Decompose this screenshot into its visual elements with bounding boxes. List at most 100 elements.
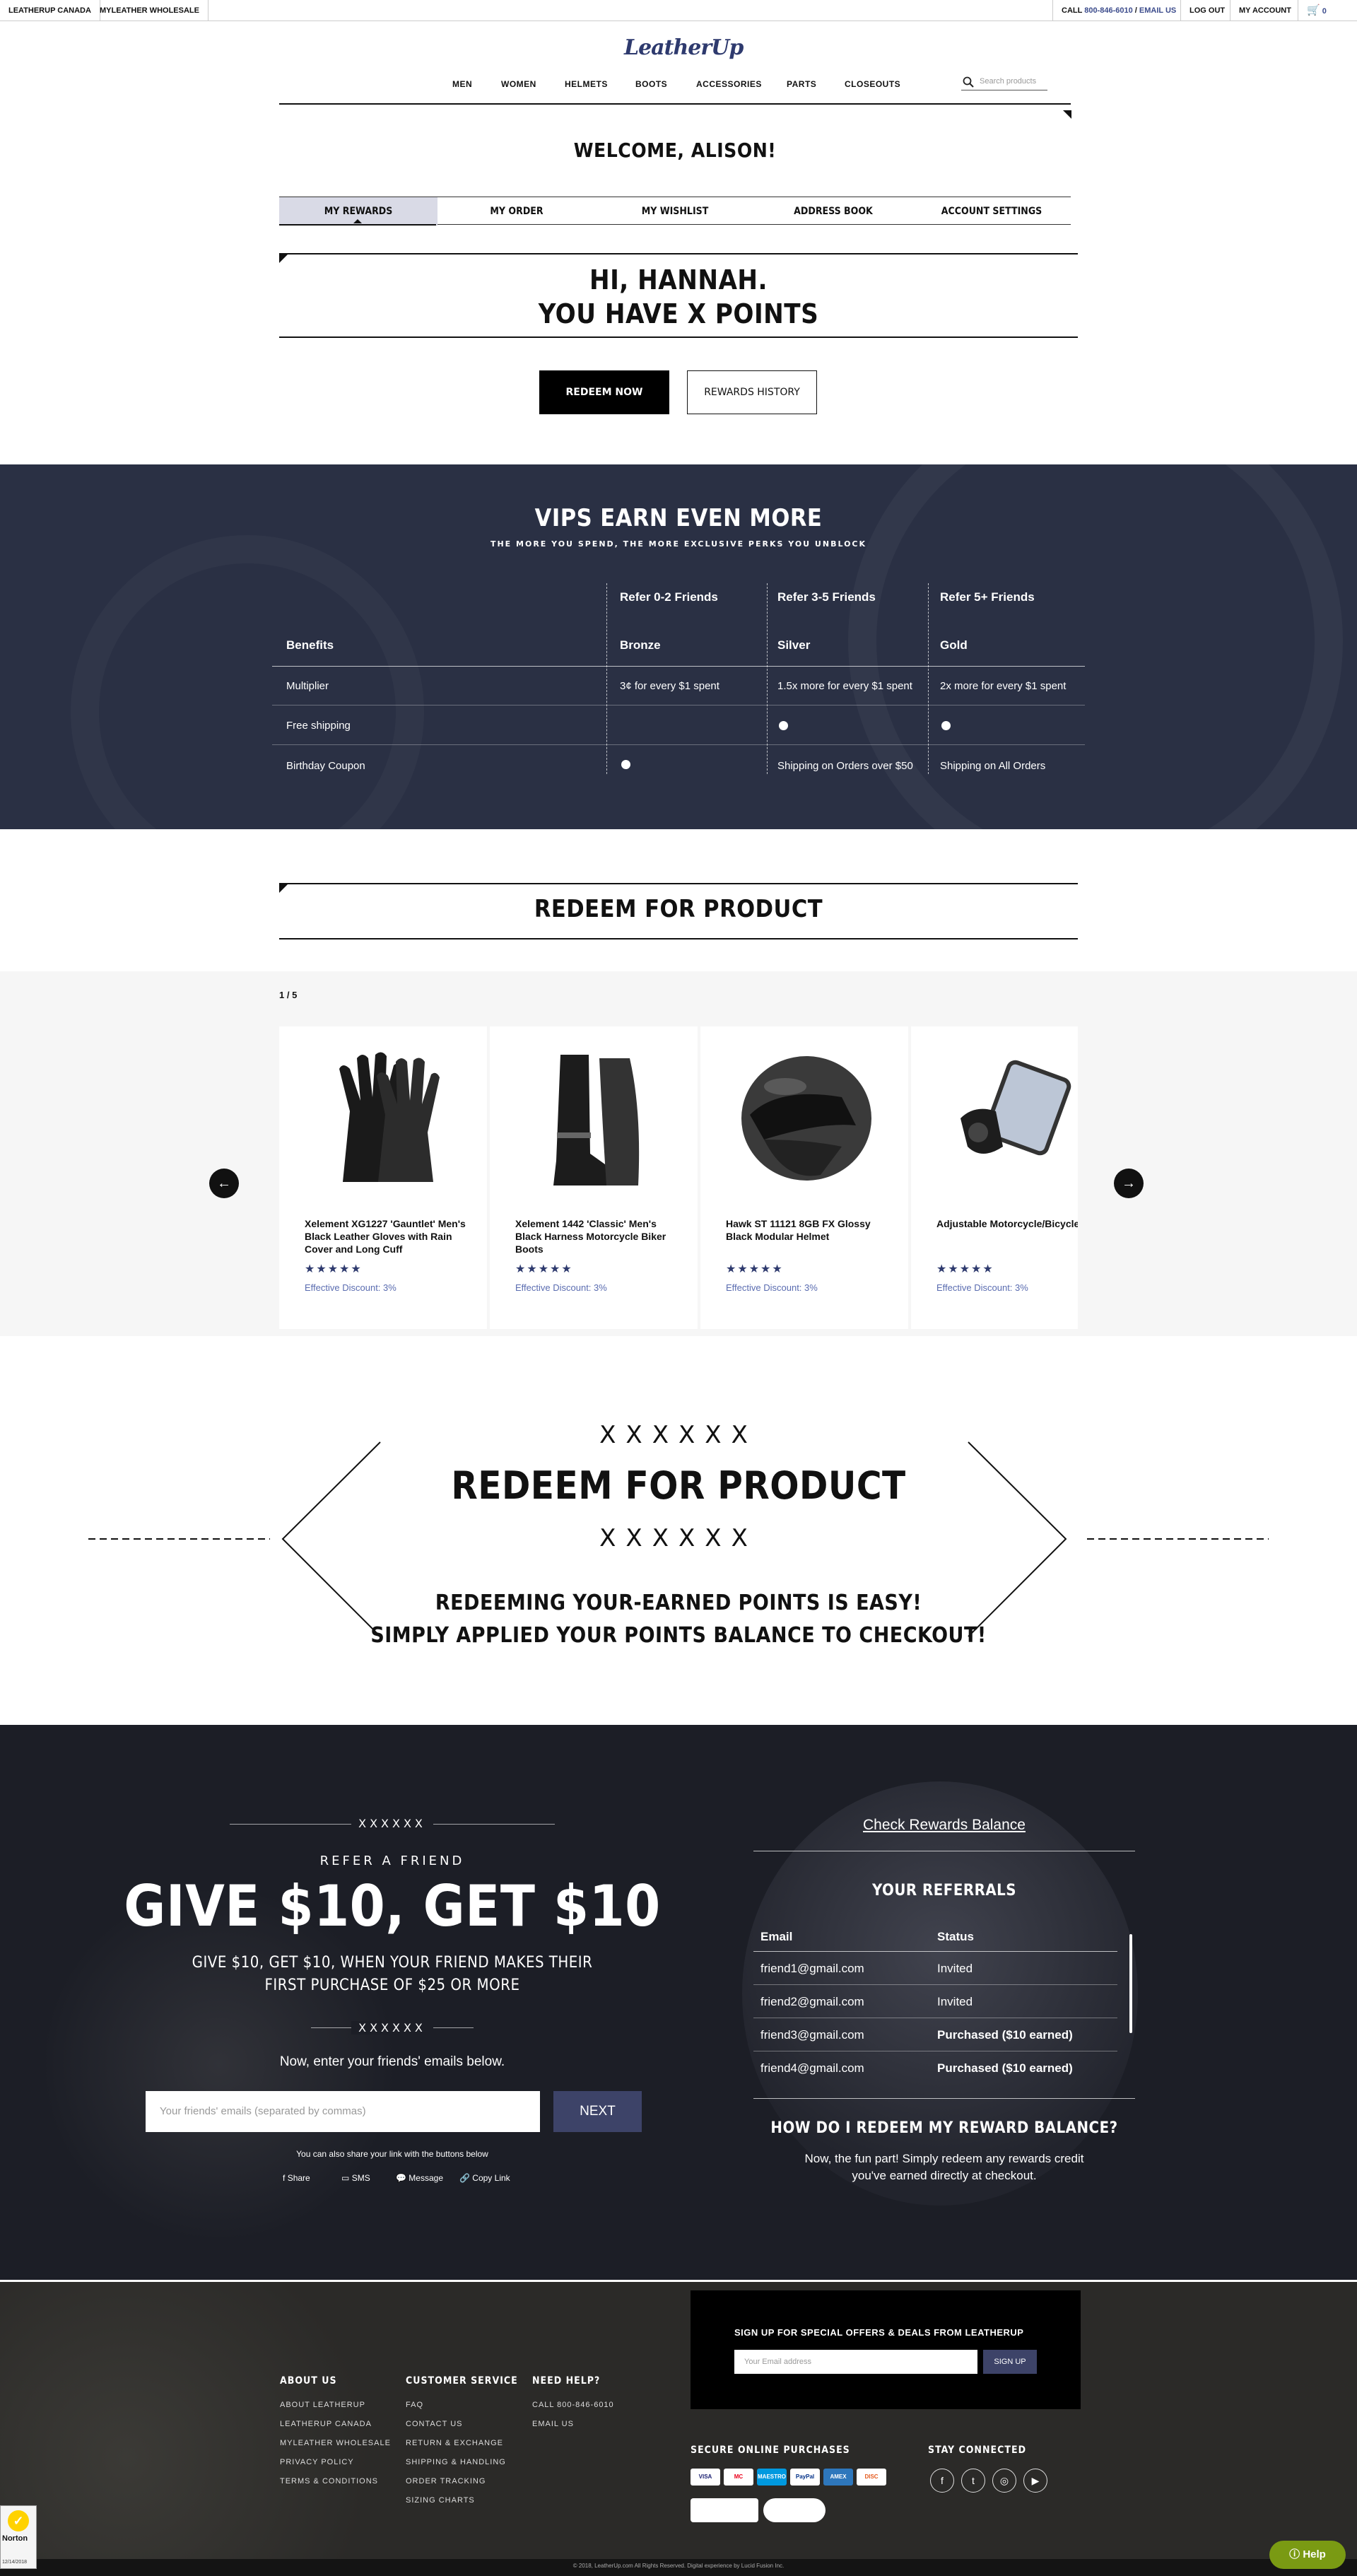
footer-link[interactable]: SHIPPING & HANDLING [406,2458,506,2466]
signup-email-input[interactable]: Your Email address [734,2350,977,2374]
footer-link[interactable]: ABOUT LEATHERUP [280,2401,365,2409]
signup-title: SIGN UP FOR SPECIAL OFFERS & DEALS FROM … [734,2327,1024,2338]
instagram-icon[interactable]: ◎ [992,2469,1016,2493]
product-name[interactable]: Xelement XG1227 'Gauntlet' Men's Black L… [305,1217,474,1255]
search-box[interactable]: Search products [961,74,1047,90]
check-rewards-balance-link[interactable]: Check Rewards Balance [753,1817,1135,1834]
nav-closeouts[interactable]: CLOSEOUTS [845,79,900,89]
banner-marks-top: XXXXXX [599,1421,758,1449]
referral-email: friend1@gmail.com [760,1962,864,1975]
next-button[interactable]: NEXT [553,2091,642,2132]
nav-women[interactable]: WOMEN [501,79,536,89]
star-rating: ★★★★★ [936,1263,994,1275]
my-account-link[interactable]: MY ACCOUNT [1230,0,1300,21]
referral-status: Invited [937,1995,973,2008]
refer-marks-top: XXXXXX [230,1817,555,1830]
vip-subtitle: THE MORE YOU SPEND, THE MORE EXCLUSIVE P… [490,539,867,549]
birthday-bronze-dot [621,760,630,769]
vip-title: VIPS EARN EVEN MORE [534,504,823,532]
footer-link[interactable]: CONTACT US [406,2420,463,2428]
carousel-prev-button[interactable]: ← [209,1169,239,1198]
friends-email-input[interactable]: Your friends' emails (separated by comma… [146,2091,540,2132]
facebook-icon[interactable]: f [930,2469,954,2493]
benefits-header: Benefits [286,638,334,652]
footer-link[interactable]: PRIVACY POLICY [280,2458,354,2466]
refer-enter-text: Now, enter your friends' emails below. [279,2054,505,2069]
effective-discount: Effective Discount: 3% [726,1282,818,1293]
stay-connected-heading: STAY CONNECTED [928,2445,1027,2456]
norton-badge[interactable]: ✓ Norton 12/14/2018 [0,2505,37,2569]
nav-parts[interactable]: PARTS [787,79,816,89]
product-card[interactable]: Xelement XG1227 'Gauntlet' Men's Black L… [279,1026,487,1329]
tab-address-book[interactable]: ADDRESS BOOK [754,197,912,226]
share-facebook-button[interactable]: f Share [283,2173,310,2183]
footer-phone-link[interactable]: CALL 800-846-6010 [532,2401,614,2409]
twitter-icon[interactable]: t [961,2469,985,2493]
footer-email-link[interactable]: EMAIL US [532,2420,574,2428]
star-rating: ★★★★★ [305,1263,363,1275]
tab-my-order[interactable]: MY ORDER [437,197,596,226]
footer-link[interactable]: FAQ [406,2401,423,2409]
rewards-history-button[interactable]: REWARDS HISTORY [687,370,817,414]
product-card[interactable]: Xelement 1442 'Classic' Men's Black Harn… [490,1026,698,1329]
nav-boots[interactable]: BOOTS [635,79,667,89]
site-logo[interactable]: LeatherUp [624,35,744,60]
email-us-link[interactable]: EMAIL US [1139,6,1176,15]
carousel-next-button[interactable]: → [1114,1169,1144,1198]
nav-men[interactable]: MEN [452,79,472,89]
effective-discount: Effective Discount: 3% [515,1282,607,1293]
tab-account-settings[interactable]: ACCOUNT SETTINGS [912,197,1071,226]
referral-email: friend3@gmail.com [760,2028,864,2042]
cart-count: 0 [1322,7,1327,16]
redeem-section-title: REDEEM FOR PRODUCT [534,895,823,923]
referral-status: Purchased ($10 earned) [937,2028,1073,2042]
footer-link[interactable]: ORDER TRACKING [406,2477,486,2486]
share-sms-button[interactable]: ▭ SMS [341,2173,370,2183]
youtube-icon[interactable]: ▶ [1023,2469,1047,2493]
facebook-icon: f [283,2173,286,2183]
copy-link-button[interactable]: 🔗 Copy Link [459,2173,510,2183]
signup-button[interactable]: SIGN UP [983,2350,1037,2374]
footer-link[interactable]: LEATHERUP CANADA [280,2420,372,2428]
redeem-now-button[interactable]: REDEEM NOW [539,370,669,414]
multiplier-silver: 1.5x more for every $1 spent [777,680,912,692]
footer-link[interactable]: MYLEATHER WHOLESALE [280,2439,391,2447]
tab-my-wishlist[interactable]: MY WISHLIST [596,197,754,226]
copyright: © 2018, LeatherUp.com All Rights Reserve… [572,2563,785,2569]
product-card[interactable]: Hawk ST 11121 8GB FX Glossy Black Modula… [700,1026,908,1329]
row-free-shipping-label: Free shipping [286,720,351,732]
refer-subtitle-1: GIVE $10, GET $10, WHEN YOUR FRIEND MAKE… [192,1954,593,1972]
footer-link[interactable]: RETURN & EXCHANGE [406,2439,503,2447]
refer-kicker: REFER A FRIEND [319,1854,465,1868]
visa-icon: VISA [691,2469,720,2486]
help-button[interactable]: ⓘ Help [1269,2541,1346,2569]
product-card[interactable]: Adjustable Motorcycle/Bicycle Phone Moun… [911,1026,1078,1329]
customer-service-heading: CUSTOMER SERVICE [406,2375,518,2387]
share-message-button[interactable]: 💬 Message [396,2173,443,2183]
share-note: You can also share your link with the bu… [296,2149,488,2159]
myleather-wholesale-link[interactable]: MYLEATHER WHOLESALE [91,0,208,21]
leatherup-canada-link[interactable]: LEATHERUP CANADA [0,0,100,21]
corner-mark [1063,110,1071,119]
cart-button[interactable]: 🛒 0 [1298,0,1357,21]
account-tabs: MY REWARDS MY ORDER MY WISHLIST ADDRESS … [279,197,1071,226]
footer-link[interactable]: TERMS & CONDITIONS [280,2477,378,2486]
footer-link[interactable]: SIZING CHARTS [406,2496,475,2505]
corner-mark [279,254,288,263]
top-bar: LEATHERUP CANADA MYLEATHER WHOLESALE CAL… [0,0,1357,21]
multiplier-gold: 2x more for every $1 spent [940,680,1067,692]
referrals-scrollbar[interactable] [1129,1934,1132,2033]
nav-accessories[interactable]: ACCESSORIES [696,79,762,89]
product-name[interactable]: Xelement 1442 'Classic' Men's Black Harn… [515,1217,685,1255]
birthday-gold: Shipping on All Orders [940,760,1046,772]
active-tab-caret [353,219,362,223]
free-shipping-gold-dot [941,721,951,730]
search-input[interactable]: Search products [980,77,1036,86]
product-name[interactable]: Adjustable Motorcycle/Bicycle Phone Moun… [936,1217,1078,1230]
log-out-link[interactable]: LOG OUT [1180,0,1233,21]
product-name[interactable]: Hawk ST 11121 8GB FX Glossy Black Modula… [726,1217,895,1243]
nav-helmets[interactable]: HELMETS [565,79,608,89]
phone-link[interactable]: 800-846-6010 [1084,6,1133,15]
cart-icon: 🛒 [1307,4,1320,16]
arrow-right-icon: → [1122,1176,1136,1191]
